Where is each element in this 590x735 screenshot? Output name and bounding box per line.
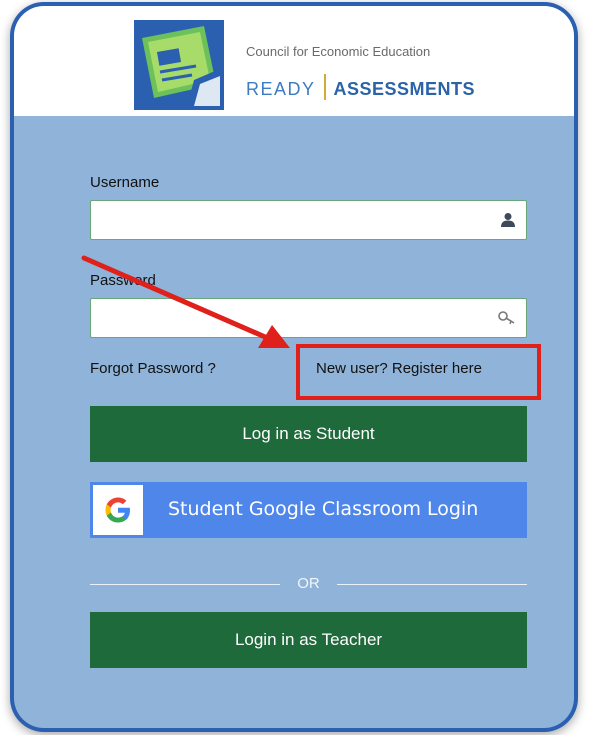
brand-divider — [323, 74, 326, 100]
red-highlight-box — [296, 344, 541, 400]
login-card: Council for Economic Education READY ASSE… — [14, 6, 574, 728]
username-field-wrapper — [90, 200, 527, 240]
org-name: Council for Economic Education — [246, 44, 431, 59]
divider-line-right — [337, 584, 527, 585]
or-divider: OR — [90, 574, 527, 594]
google-classroom-login-button[interactable]: Student Google Classroom Login — [90, 482, 527, 538]
user-icon — [500, 212, 516, 233]
header: Council for Economic Education READY ASSE… — [14, 6, 574, 116]
google-login-label: Student Google Classroom Login — [168, 498, 479, 520]
brand-assessments: ASSESSMENTS — [333, 79, 476, 99]
username-label: Username — [90, 174, 160, 191]
username-input[interactable] — [97, 201, 491, 239]
google-g-icon — [93, 485, 143, 535]
password-field-wrapper — [90, 298, 527, 338]
student-login-button[interactable]: Log in as Student — [90, 406, 527, 462]
classroom-board-logo-icon — [134, 20, 224, 110]
brand-ready: READY — [246, 79, 316, 99]
teacher-login-button[interactable]: Login in as Teacher — [90, 612, 527, 668]
password-input[interactable] — [97, 299, 491, 337]
key-icon — [498, 310, 516, 331]
forgot-password-link[interactable]: Forgot Password ? — [90, 360, 216, 377]
brand-title: READY ASSESSMENTS — [246, 74, 475, 100]
password-label: Password — [90, 272, 156, 289]
